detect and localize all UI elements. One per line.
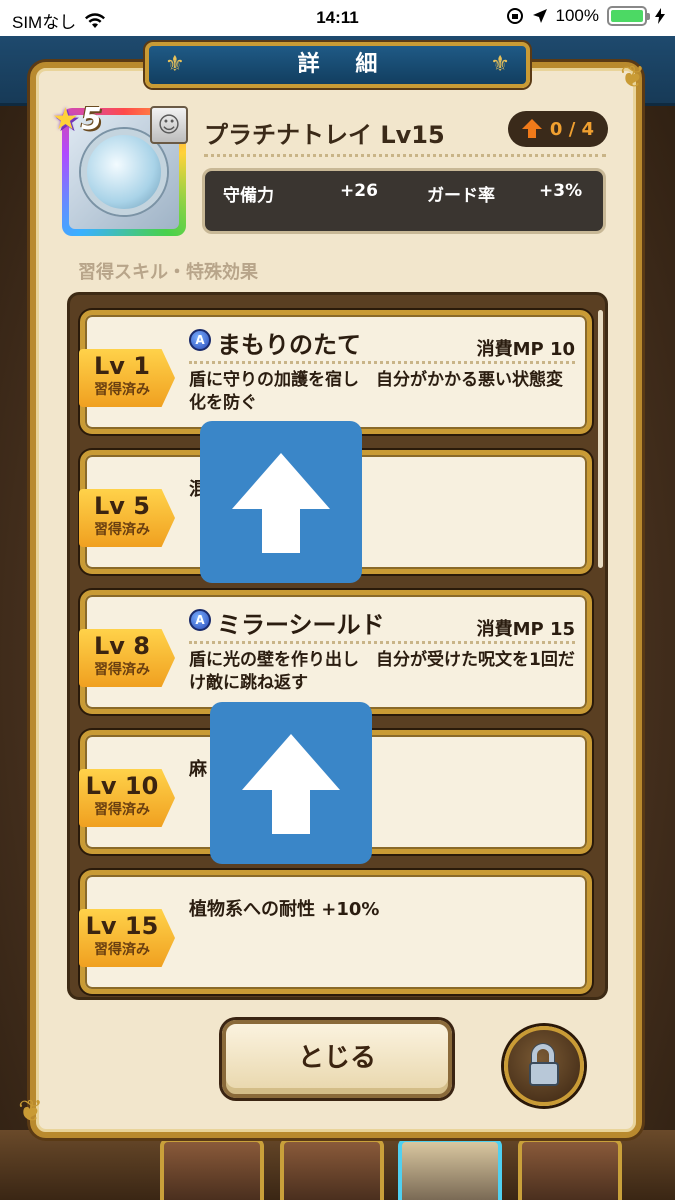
skill-name: ミラーシールド bbox=[217, 611, 385, 639]
battery-icon bbox=[607, 6, 650, 26]
stat-label: ガード率 bbox=[427, 186, 495, 206]
stat-value: +3% bbox=[539, 181, 583, 201]
stat-value: +26 bbox=[340, 181, 378, 201]
learned-status: 習得済み bbox=[94, 382, 150, 398]
fleur-icon: ⚜ bbox=[165, 52, 185, 77]
party-portrait[interactable] bbox=[280, 1138, 384, 1200]
level-tag: Lv 1 習得済み bbox=[79, 349, 175, 407]
effect-text: 植物系への耐性 +10% bbox=[189, 899, 380, 920]
lock-button[interactable] bbox=[504, 1026, 584, 1106]
skill-mp-cost: 消費MP 10 bbox=[476, 339, 575, 360]
level-tag: Lv 10 習得済み bbox=[79, 769, 175, 827]
rarity-value: 5 bbox=[80, 102, 102, 137]
party-bar bbox=[0, 1130, 675, 1200]
level-tag: Lv 15 習得済み bbox=[79, 909, 175, 967]
close-button[interactable]: とじる bbox=[222, 1020, 452, 1098]
location-icon bbox=[532, 9, 547, 23]
skill-type-icon: A bbox=[189, 329, 211, 351]
rarity-badge: ★ 5 bbox=[52, 102, 102, 137]
skill-type-icon: A bbox=[189, 609, 211, 631]
corner-ornament-icon: ❦ bbox=[18, 1094, 44, 1129]
charging-icon bbox=[655, 8, 665, 24]
party-portrait-selected[interactable] bbox=[398, 1138, 502, 1200]
divider bbox=[204, 154, 606, 157]
level-label: Lv 5 bbox=[94, 492, 150, 520]
divider bbox=[189, 641, 575, 644]
dialog-title-plate: ⚜ 詳 細 ⚜ bbox=[145, 42, 530, 88]
status-bar: SIMなし 14:11 100% bbox=[0, 0, 675, 36]
level-label: Lv 8 bbox=[94, 632, 150, 660]
party-portrait[interactable] bbox=[160, 1138, 264, 1200]
orientation-lock-icon bbox=[506, 8, 523, 24]
level-tag: Lv 8 習得済み bbox=[79, 629, 175, 687]
character-face-icon: ☺ bbox=[150, 106, 188, 144]
up-arrow-icon bbox=[200, 421, 362, 583]
level-label: Lv 15 bbox=[85, 912, 159, 940]
learned-status: 習得済み bbox=[94, 662, 150, 678]
up-arrow-icon bbox=[210, 702, 372, 864]
corner-ornament-icon: ❦ bbox=[620, 60, 646, 95]
section-title: 習得スキル・特殊効果 bbox=[78, 262, 258, 283]
fleur-icon: ⚜ bbox=[490, 52, 510, 77]
dialog-title: 詳 細 bbox=[297, 52, 392, 77]
scrollbar[interactable] bbox=[598, 310, 603, 568]
level-label: Lv 10 bbox=[85, 772, 159, 800]
level-tag: Lv 5 習得済み bbox=[79, 489, 175, 547]
skill-card[interactable]: Lv 1 習得済み A まもりのたて 消費MP 10 盾に守りの加護を宿し 自分… bbox=[79, 310, 592, 434]
party-portrait[interactable] bbox=[518, 1138, 622, 1200]
skill-description: 盾に光の壁を作り出し 自分が受けた呪文を1回だけ敵に跳ね返す bbox=[189, 650, 575, 693]
learned-status: 習得済み bbox=[94, 522, 150, 538]
stat-label: 守備力 bbox=[223, 186, 274, 206]
level-label: Lv 1 bbox=[94, 352, 150, 380]
skill-mp-cost: 消費MP 15 bbox=[476, 619, 575, 640]
skill-card[interactable]: Lv 15 習得済み 植物系への耐性 +10% bbox=[79, 870, 592, 994]
learned-status: 習得済み bbox=[94, 942, 150, 958]
battery-percent: 100% bbox=[555, 6, 599, 25]
divider bbox=[189, 361, 575, 364]
skill-card[interactable]: Lv 8 習得済み A ミラーシールド 消費MP 15 盾に光の壁を作り出し 自… bbox=[79, 590, 592, 714]
skill-name: まもりのたて bbox=[217, 331, 361, 359]
learned-status: 習得済み bbox=[94, 802, 150, 818]
upgrade-counter: 0 / 4 bbox=[508, 111, 608, 147]
equipment-name: プラチナトレイ Lv15 bbox=[204, 121, 445, 149]
stats-box: 守備力 +26 ガード率 +3% bbox=[202, 168, 606, 234]
upgrade-arrow-icon bbox=[521, 119, 542, 138]
upgrade-count: 0 / 4 bbox=[549, 118, 595, 140]
rank-star-icon: ★ bbox=[52, 102, 79, 137]
skill-description: 盾に守りの加護を宿し 自分がかかる悪い状態変化を防ぐ bbox=[189, 370, 563, 413]
